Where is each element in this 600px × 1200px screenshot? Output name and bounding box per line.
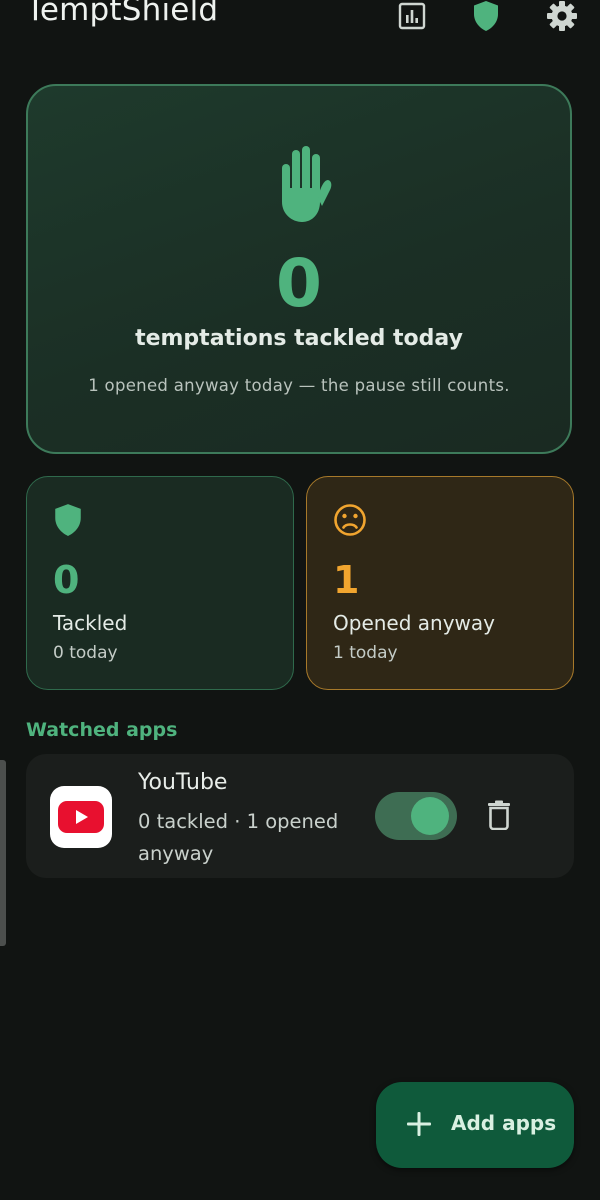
- plus-icon: [406, 1111, 432, 1137]
- scrollbar[interactable]: [0, 760, 6, 946]
- opened-anyway-note: 1 opened anyway today — the pause still …: [88, 376, 510, 395]
- trash-icon[interactable]: [484, 798, 514, 832]
- raised-hand-icon: [272, 144, 332, 224]
- shield-icon[interactable]: [470, 0, 502, 32]
- tackled-today-label: temptations tackled today: [135, 326, 463, 351]
- tackled-label: Tackled: [53, 611, 128, 635]
- sad-face-icon: [333, 503, 367, 537]
- opened-anyway-today: 1 today: [333, 643, 398, 663]
- tackled-today-count: 0: [276, 245, 322, 322]
- today-summary-card: 0 temptations tackled today 1 opened any…: [26, 84, 572, 454]
- shield-icon: [53, 503, 87, 537]
- watched-apps-heading: Watched apps: [26, 719, 178, 741]
- tackled-stat-card: 0 Tackled 0 today: [26, 476, 294, 690]
- bar-chart-icon[interactable]: [396, 0, 428, 32]
- tackled-total: 0: [53, 558, 80, 602]
- opened-anyway-label: Opened anyway: [333, 611, 495, 635]
- app-name: YouTube: [138, 770, 228, 795]
- add-apps-button[interactable]: Add apps: [376, 1082, 574, 1168]
- top-app-bar: TemptShield: [0, 0, 600, 40]
- app-screen: TemptShield 0 temptations tackled today …: [0, 0, 600, 1200]
- opened-anyway-stat-card: 1 Opened anyway 1 today: [306, 476, 574, 690]
- watched-app-row[interactable]: YouTube 0 tackled · 1 opened anyway: [26, 754, 574, 878]
- tackled-today: 0 today: [53, 643, 118, 663]
- add-apps-label: Add apps: [451, 1111, 557, 1135]
- app-stats: 0 tackled · 1 opened anyway: [138, 810, 339, 865]
- watch-toggle[interactable]: [375, 792, 457, 840]
- app-title: TemptShield: [26, 0, 219, 28]
- toggle-knob: [411, 797, 449, 835]
- youtube-icon: [50, 786, 112, 848]
- gear-icon[interactable]: [546, 0, 578, 32]
- opened-anyway-total: 1: [333, 558, 360, 602]
